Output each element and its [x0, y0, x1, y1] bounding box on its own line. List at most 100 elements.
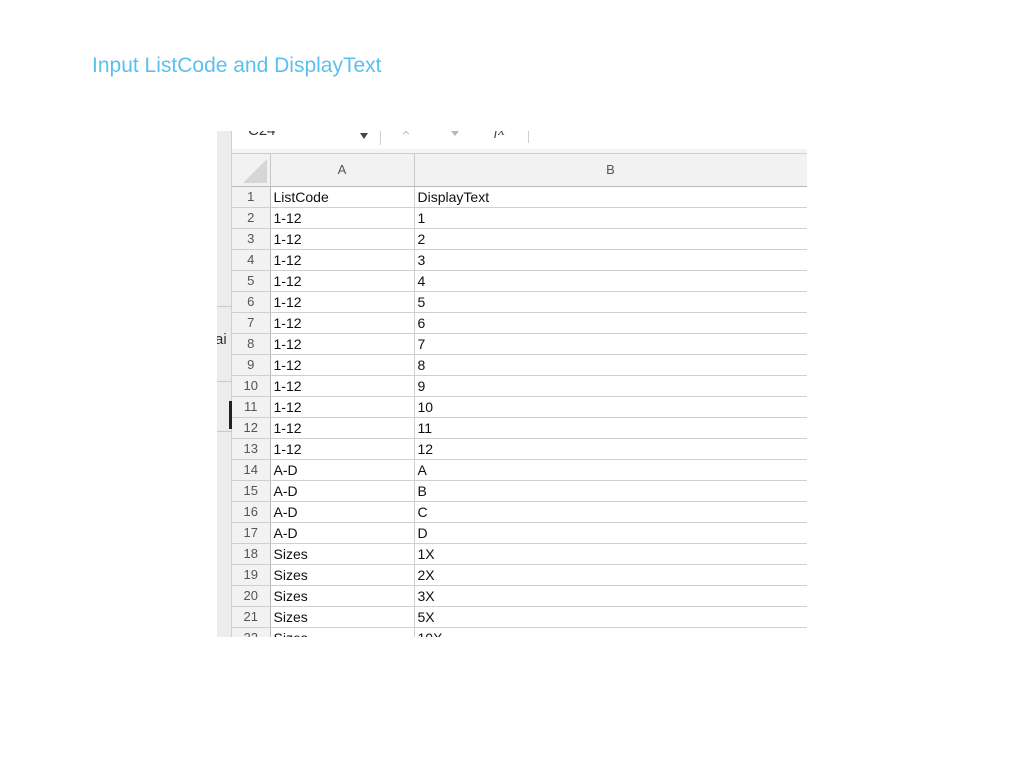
cell-a[interactable]: ListCode	[270, 186, 415, 208]
row-header[interactable]: 18	[232, 543, 271, 565]
background-window-strip: ai	[217, 131, 232, 637]
row-header[interactable]: 2	[232, 207, 271, 229]
cell-a[interactable]: 1-12	[270, 438, 415, 460]
cell-b[interactable]: 3	[414, 249, 807, 271]
cell-b[interactable]: 8	[414, 354, 807, 376]
formula-input[interactable]	[530, 131, 807, 145]
divider	[217, 306, 232, 307]
row-header[interactable]: 4	[232, 249, 271, 271]
column-header-b[interactable]: B	[414, 154, 807, 187]
column-header-a[interactable]: A	[270, 154, 415, 187]
cell-b[interactable]: 7	[414, 333, 807, 355]
cell-a[interactable]: A-D	[270, 459, 415, 481]
cell-a[interactable]: Sizes	[270, 543, 415, 565]
cell-a[interactable]: 1-12	[270, 375, 415, 397]
grid-body: 1 ListCode DisplayText 2 1-12 1 3 1-12 2 4 1-12 3 5 1…	[232, 186, 807, 637]
table-row: 19 Sizes 2X	[232, 564, 807, 586]
enter-icon[interactable]	[451, 131, 459, 136]
select-all-corner[interactable]	[232, 154, 271, 187]
divider	[528, 131, 529, 143]
row-header[interactable]: 12	[232, 417, 271, 439]
divider	[217, 381, 232, 382]
cell-a[interactable]: A-D	[270, 522, 415, 544]
spreadsheet-screenshot: ai C24 × fx A B 1ListCodeDisplayText21-1…	[217, 131, 807, 637]
cell-b[interactable]: 5	[414, 291, 807, 313]
cell-b[interactable]: 9	[414, 375, 807, 397]
cell-b[interactable]: 10	[414, 396, 807, 418]
row-header[interactable]: 1	[232, 186, 271, 208]
cell-b[interactable]: C	[414, 501, 807, 523]
slide-title: Input ListCode and DisplayText	[92, 54, 382, 77]
row-header[interactable]: 20	[232, 585, 271, 607]
cell-a[interactable]: 1-12	[270, 291, 415, 313]
cell-a[interactable]: Sizes	[270, 585, 415, 607]
cell-a[interactable]: A-D	[270, 501, 415, 523]
cell-a[interactable]: 1-12	[270, 354, 415, 376]
cell-b[interactable]: DisplayText	[414, 186, 807, 208]
cell-b[interactable]: 3X	[414, 585, 807, 607]
row-header[interactable]: 7	[232, 312, 271, 334]
cell-b[interactable]: 11	[414, 417, 807, 439]
table-row: 11 1-12 10	[232, 396, 807, 418]
cell-a[interactable]: 1-12	[270, 249, 415, 271]
table-row: 5 1-12 4	[232, 270, 807, 292]
spreadsheet-grid: A B 1 ListCode DisplayText 2 1-12 1 3 1-12 2 4 1-1…	[232, 154, 807, 637]
cell-a[interactable]: 1-12	[270, 333, 415, 355]
cell-a[interactable]: Sizes	[270, 606, 415, 628]
name-box-dropdown-icon[interactable]	[360, 133, 368, 139]
row-header[interactable]: 11	[232, 396, 271, 418]
cell-a[interactable]: 1-12	[270, 228, 415, 250]
table-row: 18 Sizes 1X	[232, 543, 807, 565]
row-header[interactable]: 14	[232, 459, 271, 481]
background-window-text-fragment: ai	[217, 331, 227, 348]
cell-a[interactable]: 1-12	[270, 396, 415, 418]
divider	[217, 431, 232, 432]
cancel-icon[interactable]: ×	[402, 131, 410, 139]
cell-b[interactable]: 10X	[414, 627, 807, 637]
table-row: 16 A-D C	[232, 501, 807, 523]
table-row: 9 1-12 8	[232, 354, 807, 376]
table-row: 3 1-12 2	[232, 228, 807, 250]
row-header[interactable]: 9	[232, 354, 271, 376]
table-row: 7 1-12 6	[232, 312, 807, 334]
table-row: 15 A-D B	[232, 480, 807, 502]
cell-a[interactable]: Sizes	[270, 627, 415, 637]
cell-a[interactable]: Sizes	[270, 564, 415, 586]
table-row: 2 1-12 1	[232, 207, 807, 229]
row-header[interactable]: 6	[232, 291, 271, 313]
table-row: 8 1-12 7	[232, 333, 807, 355]
row-header[interactable]: 19	[232, 564, 271, 586]
cell-a[interactable]: A-D	[270, 480, 415, 502]
cell-b[interactable]: 5X	[414, 606, 807, 628]
row-header[interactable]: 8	[232, 333, 271, 355]
table-row: 17 A-D D	[232, 522, 807, 544]
cell-b[interactable]: 4	[414, 270, 807, 292]
row-header[interactable]: 17	[232, 522, 271, 544]
cell-b[interactable]: 12	[414, 438, 807, 460]
row-header[interactable]: 21	[232, 606, 271, 628]
cell-b[interactable]: B	[414, 480, 807, 502]
row-header[interactable]: 22	[232, 627, 271, 637]
name-box[interactable]: C24	[248, 131, 276, 139]
row-header[interactable]: 13	[232, 438, 271, 460]
cell-b[interactable]: A	[414, 459, 807, 481]
row-header[interactable]: 15	[232, 480, 271, 502]
table-row: 4 1-12 3	[232, 249, 807, 271]
cell-a[interactable]: 1-12	[270, 312, 415, 334]
row-header[interactable]: 5	[232, 270, 271, 292]
cell-b[interactable]: 6	[414, 312, 807, 334]
cell-b[interactable]: 1	[414, 207, 807, 229]
cell-b[interactable]: 1X	[414, 543, 807, 565]
cell-b[interactable]: 2	[414, 228, 807, 250]
cell-b[interactable]: 2X	[414, 564, 807, 586]
row-header[interactable]: 3	[232, 228, 271, 250]
cell-a[interactable]: 1-12	[270, 270, 415, 292]
cell-a[interactable]: 1-12	[270, 207, 415, 229]
cell-b[interactable]: D	[414, 522, 807, 544]
function-icon[interactable]: fx	[494, 131, 505, 140]
table-row: 14 A-D A	[232, 459, 807, 481]
cell-a[interactable]: 1-12	[270, 417, 415, 439]
row-header[interactable]: 16	[232, 501, 271, 523]
table-row: 6 1-12 5	[232, 291, 807, 313]
row-header[interactable]: 10	[232, 375, 271, 397]
